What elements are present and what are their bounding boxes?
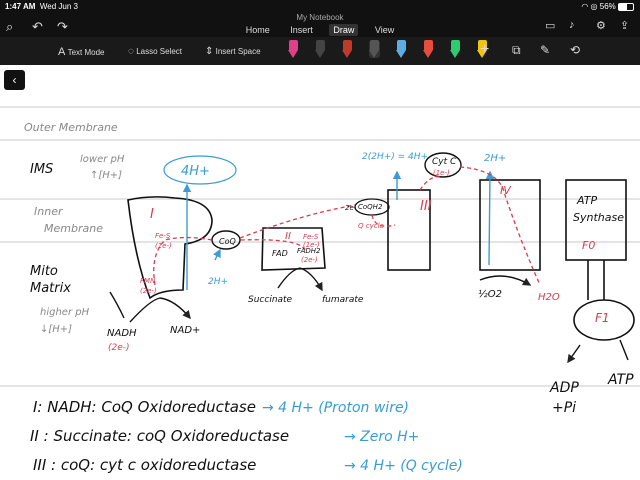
battery-percent: 56% (599, 2, 616, 11)
nad-label: NAD+ (170, 325, 200, 336)
signal-icon: ◎ (590, 2, 598, 11)
pen-6-icon[interactable] (423, 40, 434, 58)
nadh-label: NADH (107, 328, 137, 339)
tab-view[interactable]: View (371, 24, 398, 36)
wifi-icon: ◠ (581, 2, 589, 11)
c2-1e-label: (1e-) (303, 241, 320, 249)
summary-line-1-a: I: NADH: CoQ Oxidoreductase (33, 398, 256, 416)
pen-7-icon[interactable] (450, 40, 461, 58)
c2-fes-label: Fe-S (303, 233, 319, 241)
pen-4-icon[interactable] (369, 40, 380, 58)
status-bar: 1:47 AM Wed Jun 3 ◠ ◎ 56% (0, 0, 640, 13)
notebook-title: My Notebook (296, 13, 344, 22)
pi-label: +Pi (552, 400, 576, 416)
ribbon-tabs: Home Insert Draw View (0, 24, 640, 36)
fumarate-label: fumarate (322, 295, 364, 305)
complex-iv-label: IV (500, 184, 512, 197)
atp-label: ATP (607, 372, 634, 388)
ims-note-2: ↑[H+] (90, 170, 122, 181)
bell-icon[interactable]: ♪ (569, 19, 575, 31)
f0-label: F0 (582, 239, 595, 252)
matrix-note-1: higher pH (40, 307, 90, 318)
cytc-label: Cyt C (432, 157, 457, 167)
cytc-1e-label: (1e-) (433, 169, 450, 177)
four-h-label: 4H+ (181, 164, 210, 179)
outer-membrane-label: Outer Membrane (24, 121, 118, 134)
complex-ii-label: II (285, 231, 291, 242)
status-time: 1:47 AM Wed Jun 3 (5, 2, 78, 11)
c1-2e-label: (2e-) (140, 287, 157, 295)
status-right: ◠ ◎ 56% (581, 2, 634, 11)
pen-1-icon[interactable] (288, 40, 299, 58)
tab-draw[interactable]: Draw (329, 24, 359, 36)
coq-label: CoQ (219, 237, 236, 246)
coqh2-label: CoQH2 (358, 203, 383, 211)
summary-line-2-a: II : Succinate: coQ Oxidoreductase (30, 427, 289, 445)
ink-replay-icon[interactable]: ⟲ (570, 43, 580, 57)
insert-space-button[interactable]: ⇕ Insert Space (205, 46, 261, 57)
text-cursor-icon: A (58, 46, 66, 58)
summary-line-3-a: III : coQ: cyt c oxidoreductase (33, 456, 256, 474)
adp-label: ADP (549, 380, 579, 396)
summary-line-2-b: → Zero H+ (344, 429, 419, 445)
two-h-b-label: 2H+ (484, 153, 506, 164)
o2-label: ½O2 (478, 288, 502, 300)
note-canvas[interactable]: Outer Membrane Inner Membrane lower pH ↑… (0, 65, 640, 480)
pen-5-icon[interactable] (396, 40, 407, 58)
matrix-note-2: ↓[H+] (40, 324, 72, 335)
draw-toolbar: A Text Mode ◌ Lasso Select ⇕ Insert Spac… (0, 37, 640, 65)
lasso-select-button[interactable]: ◌ Lasso Select (128, 46, 182, 57)
ink-to-shape-icon[interactable]: ✎ (540, 43, 550, 57)
complex-iii-label: III (420, 199, 432, 214)
complex-i-label: I (150, 207, 154, 222)
summary-line-1-b: → 4 H+ (Proton wire) (262, 400, 409, 416)
mito-label-2: Matrix (30, 281, 71, 296)
insert-space-icon: ⇕ (205, 46, 214, 57)
h2o-label: H2O (538, 292, 560, 303)
two-e-label: 2e- (345, 204, 357, 212)
fadh2-2e-label: (2e-) (301, 256, 318, 264)
fad-label: FAD (272, 249, 288, 258)
pen-3-icon[interactable] (342, 40, 353, 58)
lasso-icon: ◌ (128, 46, 134, 57)
inner-membrane-label-2: Membrane (44, 222, 103, 235)
pen-2-icon[interactable] (315, 40, 326, 58)
succinate-label: Succinate (248, 295, 293, 305)
two-2h-label: 2(2H+) = 4H+ (362, 152, 428, 162)
ims-note-1: lower pH (80, 154, 125, 165)
mito-label-1: Mito (30, 264, 58, 279)
gear-icon[interactable]: ⚙ (596, 19, 606, 32)
shapes-icon[interactable]: ⧉ (512, 43, 521, 58)
ims-label: IMS (30, 162, 53, 177)
two-h-a-label: 2H+ (208, 277, 228, 287)
summary-line-3-b: → 4 H+ (Q cycle) (344, 458, 463, 474)
nadh-2e-label: (2e-) (108, 343, 130, 353)
add-pen-icon[interactable]: + (480, 41, 489, 59)
tab-insert[interactable]: Insert (286, 24, 317, 36)
share-icon[interactable]: ⇪ (620, 19, 629, 32)
atp-synthase-label-1: ATP (576, 194, 597, 207)
inner-membrane-label-1: Inner (34, 205, 64, 218)
c1-fmn-label: FMN (140, 277, 156, 285)
f1-label: F1 (595, 311, 610, 325)
atp-synthase-label-2: Synthase (573, 211, 624, 224)
tablet-icon[interactable]: ▭ (545, 19, 555, 32)
app-titlebar: My Notebook ⌕ ↶ ↷ Home Insert Draw View … (0, 13, 640, 37)
q-cycle-label: Q cycle (358, 222, 384, 230)
tab-home[interactable]: Home (242, 24, 274, 36)
battery-icon (618, 2, 634, 11)
c1-fes-label: Fe-S (155, 232, 171, 240)
text-mode-button[interactable]: A Text Mode (58, 46, 104, 58)
c1-1e-label: (1e-) (155, 242, 172, 250)
